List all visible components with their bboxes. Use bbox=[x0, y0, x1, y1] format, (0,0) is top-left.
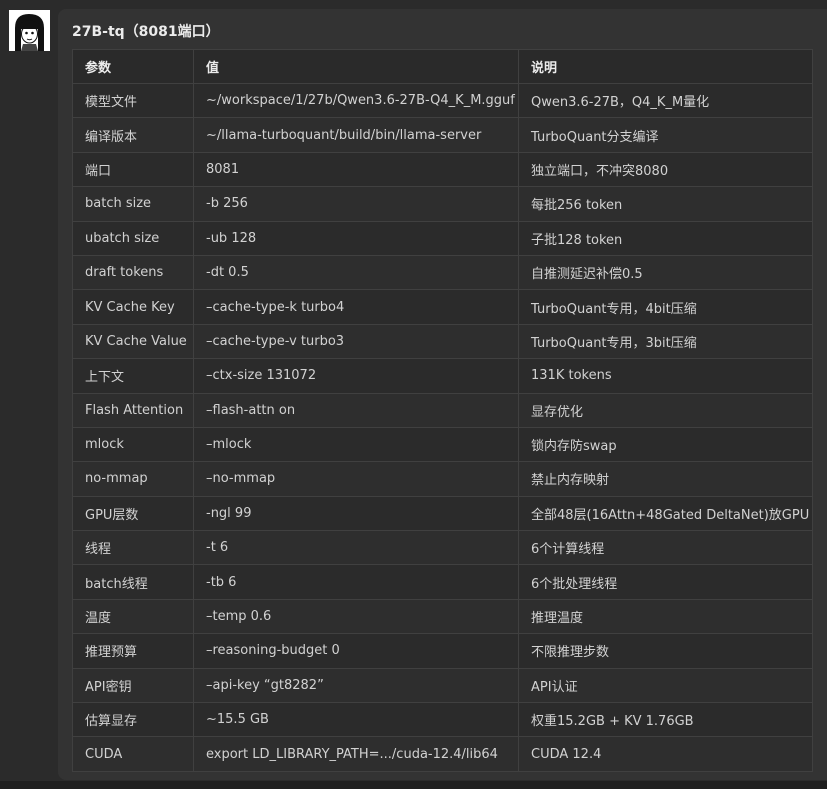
table-row: Flash Attention –flash-attn on 显存优化 bbox=[72, 392, 813, 428]
bottom-scroll-area bbox=[0, 781, 827, 789]
table-body: 模型文件 ~/workspace/1/27b/Qwen3.6-27B-Q4_K_M… bbox=[72, 82, 813, 772]
value-cell: ~15.5 GB bbox=[193, 702, 519, 738]
table-row: 线程 -t 6 6个计算线程 bbox=[72, 530, 813, 566]
description-cell: TurboQuant专用，3bit压缩 bbox=[518, 323, 813, 360]
table-row: GPU层数 -ngl 99 全部48层(16Attn+48Gated DeltaNe… bbox=[72, 495, 813, 532]
description-cell: 不限推理步数 bbox=[518, 633, 813, 669]
param-cell: 编译版本 bbox=[72, 117, 194, 153]
description-cell: 子批128 token bbox=[518, 220, 813, 256]
table-row: 温度 –temp 0.6 推理温度 bbox=[72, 598, 813, 635]
value-cell: ~/workspace/1/27b/Qwen3.6-27B-Q4_K_M.ggu… bbox=[193, 82, 519, 119]
table-row: 估算显存 ~15.5 GB 权重15.2GB + KV 1.76GB bbox=[72, 702, 813, 738]
param-cell: batch size bbox=[72, 186, 194, 222]
value-cell: export LD_LIBRARY_PATH=.../cuda-12.4/lib… bbox=[193, 736, 519, 772]
value-cell: –api-key “gt8282” bbox=[193, 667, 519, 704]
value-cell: -tb 6 bbox=[193, 564, 519, 600]
table-row: mlock –mlock 锁内存防swap bbox=[72, 426, 813, 463]
avatar[interactable] bbox=[9, 10, 50, 51]
table-row: 模型文件 ~/workspace/1/27b/Qwen3.6-27B-Q4_K_M… bbox=[72, 82, 813, 119]
description-cell: 131K tokens bbox=[518, 358, 813, 394]
param-cell: no-mmap bbox=[72, 461, 194, 497]
value-cell: -ub 128 bbox=[193, 220, 519, 256]
description-cell: 自推测延迟补偿0.5 bbox=[518, 254, 813, 291]
avatar-illustration bbox=[9, 10, 50, 51]
param-cell: API密钥 bbox=[72, 667, 194, 704]
param-cell: draft tokens bbox=[72, 254, 194, 291]
param-cell: CUDA bbox=[72, 736, 194, 772]
param-cell: KV Cache Value bbox=[72, 323, 194, 360]
table-row: batch size -b 256 每批256 token bbox=[72, 186, 813, 222]
param-cell: 线程 bbox=[72, 530, 194, 566]
description-cell: 独立端口，不冲突8080 bbox=[518, 151, 813, 188]
param-cell: batch线程 bbox=[72, 564, 194, 600]
param-cell: 上下文 bbox=[72, 358, 194, 394]
param-cell: 温度 bbox=[72, 598, 194, 635]
description-cell: 推理温度 bbox=[518, 598, 813, 635]
message-card: 27B-tq（8081端口） 参数 值 说明 模型文件 ~/workspace/1… bbox=[58, 9, 827, 780]
table-row: 上下文 –ctx-size 131072 131K tokens bbox=[72, 358, 813, 394]
value-cell: –flash-attn on bbox=[193, 392, 519, 428]
table-row: KV Cache Value –cache-type-v turbo3 TurboQ… bbox=[72, 323, 813, 360]
description-cell: 6个计算线程 bbox=[518, 530, 813, 566]
table-row: 端口 8081 独立端口，不冲突8080 bbox=[72, 151, 813, 188]
param-cell: 模型文件 bbox=[72, 82, 194, 119]
param-cell: GPU层数 bbox=[72, 495, 194, 532]
description-cell: 显存优化 bbox=[518, 392, 813, 428]
value-cell: –cache-type-k turbo4 bbox=[193, 289, 519, 325]
header-value: 值 bbox=[193, 49, 519, 84]
parameter-table: 参数 值 说明 模型文件 ~/workspace/1/27b/Qwen3.6-27… bbox=[72, 49, 813, 772]
description-cell: 禁止内存映射 bbox=[518, 461, 813, 497]
header-param: 参数 bbox=[72, 49, 194, 84]
table-row: KV Cache Key –cache-type-k turbo4 TurboQua… bbox=[72, 289, 813, 325]
value-cell: –ctx-size 131072 bbox=[193, 358, 519, 394]
value-cell: –temp 0.6 bbox=[193, 598, 519, 635]
value-cell: 8081 bbox=[193, 151, 519, 188]
param-cell: KV Cache Key bbox=[72, 289, 194, 325]
value-cell: –mlock bbox=[193, 426, 519, 463]
description-cell: API认证 bbox=[518, 667, 813, 704]
description-cell: Qwen3.6-27B，Q4_K_M量化 bbox=[518, 82, 813, 119]
table-row: batch线程 -tb 6 6个批处理线程 bbox=[72, 564, 813, 600]
param-cell: 端口 bbox=[72, 151, 194, 188]
description-cell: TurboQuant专用，4bit压缩 bbox=[518, 289, 813, 325]
table-row: draft tokens -dt 0.5 自推测延迟补偿0.5 bbox=[72, 254, 813, 291]
value-cell: –reasoning-budget 0 bbox=[193, 633, 519, 669]
param-cell: mlock bbox=[72, 426, 194, 463]
description-cell: 全部48层(16Attn+48Gated DeltaNet)放GPU bbox=[518, 495, 813, 532]
value-cell: -ngl 99 bbox=[193, 495, 519, 532]
value-cell: –cache-type-v turbo3 bbox=[193, 323, 519, 360]
value-cell: -t 6 bbox=[193, 530, 519, 566]
param-cell: ubatch size bbox=[72, 220, 194, 256]
table-row: 编译版本 ~/llama-turboquant/build/bin/llama-s… bbox=[72, 117, 813, 153]
card-title: 27B-tq（8081端口） bbox=[72, 24, 220, 40]
description-cell: 每批256 token bbox=[518, 186, 813, 222]
param-cell: Flash Attention bbox=[72, 392, 194, 428]
param-cell: 推理预算 bbox=[72, 633, 194, 669]
value-cell: –no-mmap bbox=[193, 461, 519, 497]
header-description: 说明 bbox=[518, 49, 813, 84]
value-cell: -dt 0.5 bbox=[193, 254, 519, 291]
table-row: no-mmap –no-mmap 禁止内存映射 bbox=[72, 461, 813, 497]
table-row: ubatch size -ub 128 子批128 token bbox=[72, 220, 813, 256]
param-cell: 估算显存 bbox=[72, 702, 194, 738]
table-row: CUDA export LD_LIBRARY_PATH=.../cuda-12.4… bbox=[72, 736, 813, 772]
table-row: API密钥 –api-key “gt8282” API认证 bbox=[72, 667, 813, 704]
description-cell: TurboQuant分支编译 bbox=[518, 117, 813, 153]
value-cell: ~/llama-turboquant/build/bin/llama-serve… bbox=[193, 117, 519, 153]
description-cell: 权重15.2GB + KV 1.76GB bbox=[518, 702, 813, 738]
description-cell: CUDA 12.4 bbox=[518, 736, 813, 772]
description-cell: 锁内存防swap bbox=[518, 426, 813, 463]
description-cell: 6个批处理线程 bbox=[518, 564, 813, 600]
value-cell: -b 256 bbox=[193, 186, 519, 222]
table-header-row: 参数 值 说明 bbox=[72, 49, 813, 84]
table-row: 推理预算 –reasoning-budget 0 不限推理步数 bbox=[72, 633, 813, 669]
